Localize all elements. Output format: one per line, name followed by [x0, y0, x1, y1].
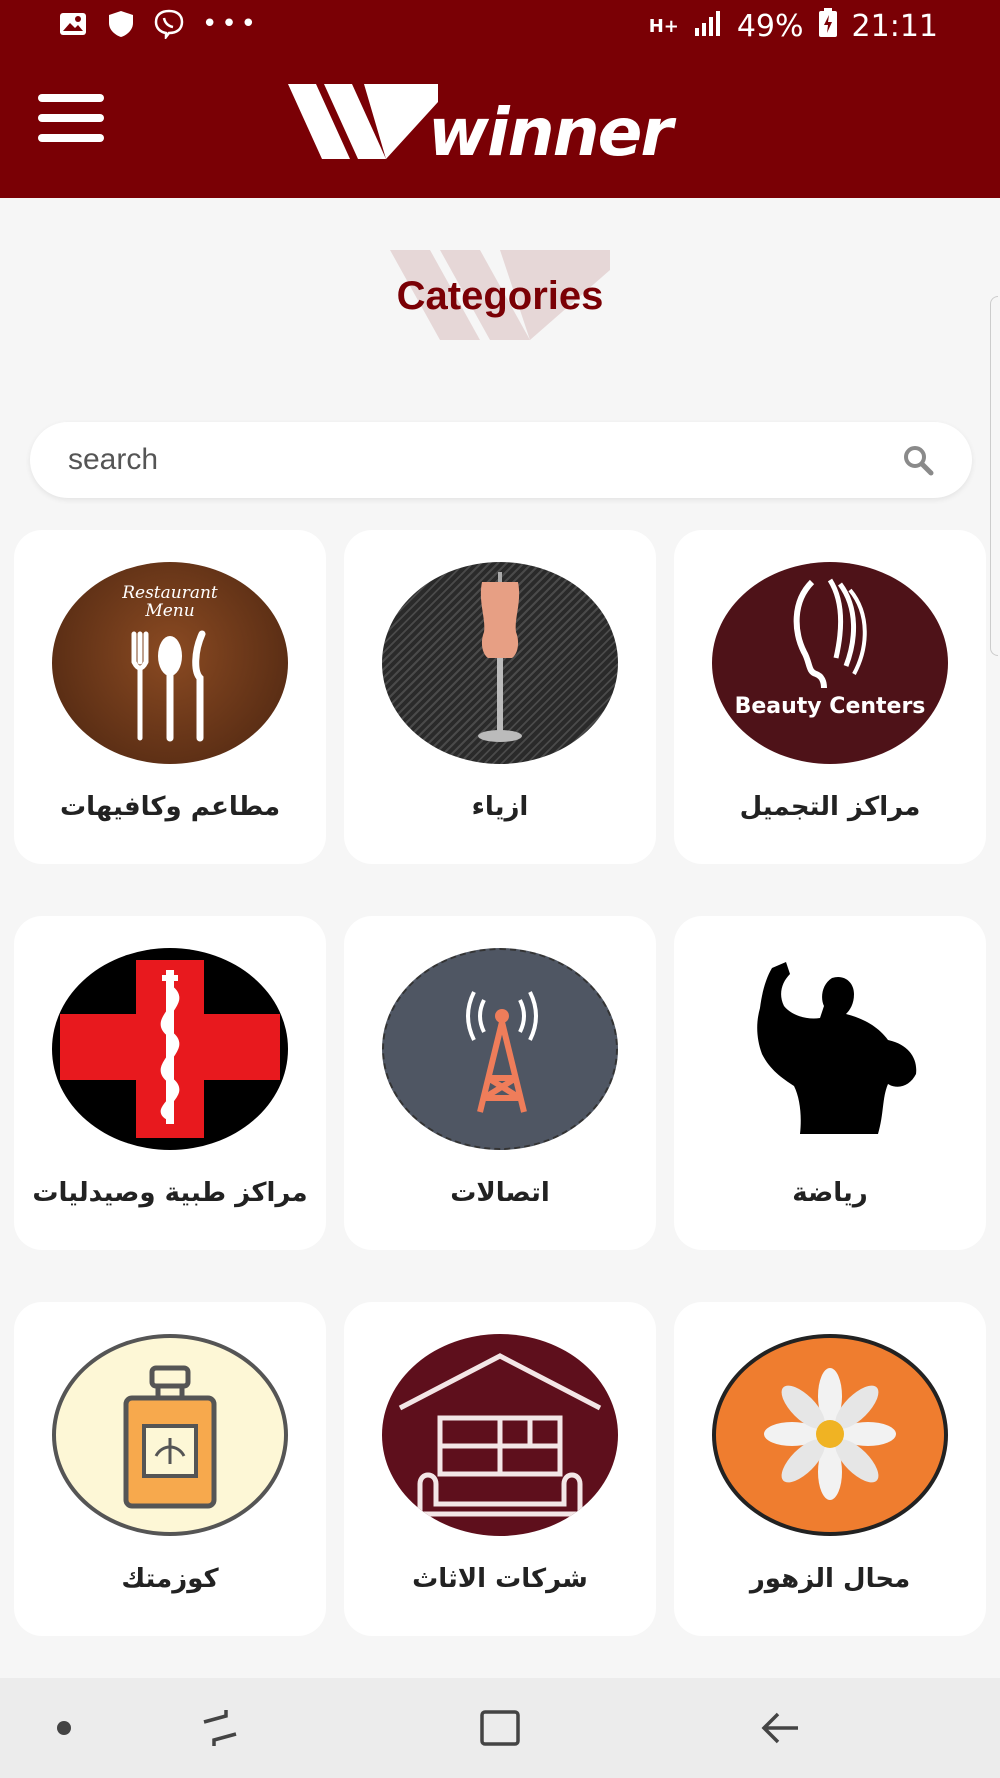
category-card-sports[interactable]: رياضة — [674, 916, 986, 1250]
search-input[interactable] — [68, 422, 888, 498]
overflow-notifications-icon: ••• — [202, 9, 261, 39]
category-card-fashion[interactable]: ازياء — [344, 530, 656, 864]
status-bar: ••• H+ 49% 21:11 — [0, 0, 1000, 52]
perfume-bottle-icon — [52, 1334, 288, 1536]
image-icon — [58, 10, 88, 38]
category-label: محال الزهور — [749, 1564, 911, 1594]
antenna-tower-icon — [382, 948, 618, 1150]
recent-apps-icon[interactable] — [196, 1704, 244, 1752]
title-section: Categories — [0, 198, 1000, 398]
category-label: كوزمتك — [121, 1564, 219, 1594]
category-label: مطاعم وكافيهات — [59, 792, 281, 822]
category-label: اتصالات — [450, 1178, 550, 1208]
viber-icon — [154, 9, 184, 39]
medical-cross-icon — [52, 948, 288, 1150]
category-label: شركات الاثاث — [412, 1564, 588, 1594]
category-label: رياضة — [792, 1178, 868, 1208]
category-card-telecom[interactable]: اتصالات — [344, 916, 656, 1250]
home-icon[interactable] — [476, 1704, 524, 1752]
category-card-restaurants[interactable]: Restaurant Menu مطاعم وكافيهات — [14, 530, 326, 864]
furniture-house-icon — [382, 1334, 618, 1536]
restaurant-menu-icon: Restaurant Menu — [52, 562, 288, 764]
bodybuilder-icon — [712, 948, 948, 1150]
back-icon[interactable] — [756, 1704, 804, 1752]
shield-icon — [106, 10, 136, 38]
mannequin-icon — [382, 562, 618, 764]
system-nav-bar — [0, 1678, 1000, 1778]
category-card-beauty[interactable]: Beauty Centers مراكز التجميل — [674, 530, 986, 864]
dot-icon[interactable] — [52, 1704, 76, 1752]
scrollbar[interactable] — [990, 296, 998, 656]
battery-percentage: 49% — [736, 9, 804, 44]
hamburger-menu-icon[interactable] — [38, 94, 104, 148]
category-label: مراكز التجميل — [739, 792, 921, 822]
category-card-flowers[interactable]: محال الزهور — [674, 1302, 986, 1636]
clock: 21:11 — [851, 9, 938, 44]
signal-icon — [693, 9, 723, 46]
category-card-medical[interactable]: مراكز طبية وصيدليات — [14, 916, 326, 1250]
flower-icon — [712, 1334, 948, 1536]
search-icon[interactable] — [902, 444, 934, 476]
search-bar — [30, 422, 972, 498]
beauty-icon: Beauty Centers — [712, 562, 948, 764]
app-bar: winner — [0, 52, 1000, 198]
page-title: Categories — [396, 274, 604, 318]
logo-text: winner — [428, 94, 673, 171]
battery-icon — [818, 8, 838, 46]
category-label: مراكز طبية وصيدليات — [32, 1178, 308, 1208]
category-card-cosmetics[interactable]: كوزمتك — [14, 1302, 326, 1636]
winner-logo: winner — [288, 76, 728, 176]
network-type: H+ — [648, 16, 679, 37]
beauty-centers-badge: Beauty Centers — [734, 694, 926, 719]
category-label: ازياء — [471, 792, 529, 822]
category-card-furniture[interactable]: شركات الاثاث — [344, 1302, 656, 1636]
